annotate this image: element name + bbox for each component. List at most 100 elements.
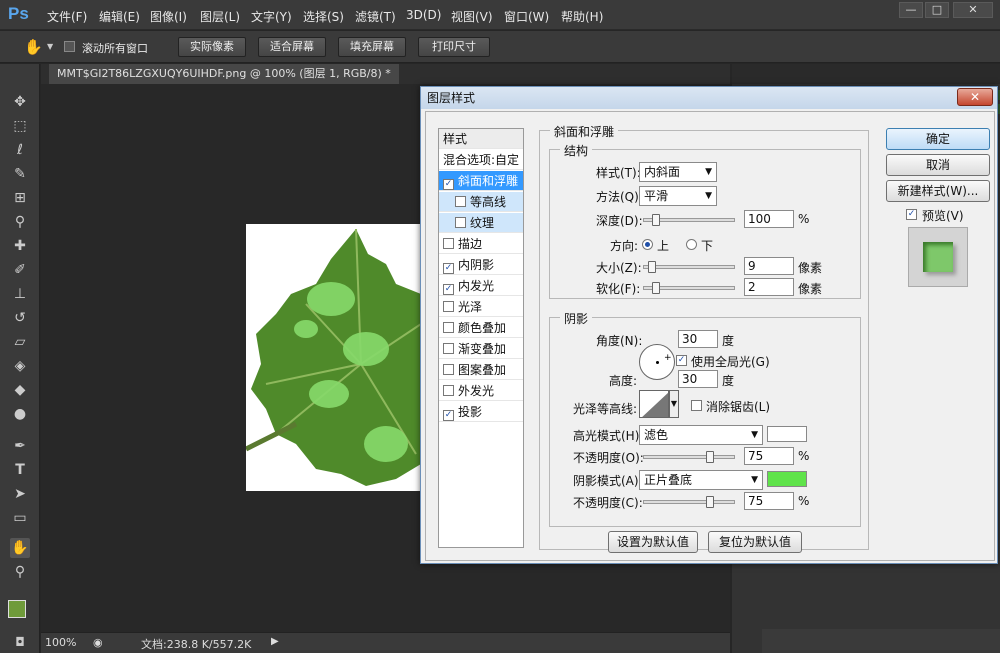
- checkbox-icon[interactable]: ✓: [443, 410, 454, 421]
- style-item-drop-shadow[interactable]: ✓ 投影: [439, 402, 523, 422]
- hand-tool-icon[interactable]: ✋: [24, 38, 43, 56]
- checkbox-icon[interactable]: [443, 385, 454, 396]
- reset-default-button[interactable]: 复位为默认值: [708, 531, 802, 553]
- checkbox-icon[interactable]: ✓: [443, 179, 454, 190]
- size-input[interactable]: 9: [744, 257, 794, 275]
- highlight-color-swatch[interactable]: [767, 426, 807, 442]
- shadow-opacity-input[interactable]: 75: [744, 492, 794, 510]
- angle-input[interactable]: 30: [678, 330, 718, 348]
- checkbox-icon[interactable]: ✓: [443, 284, 454, 295]
- gloss-contour-picker[interactable]: [639, 390, 669, 418]
- lasso-tool-icon[interactable]: ℓ: [10, 140, 30, 160]
- eyedropper-tool-icon[interactable]: ⚲: [10, 212, 30, 232]
- shadow-opacity-slider[interactable]: [643, 496, 735, 508]
- blend-options-item[interactable]: 混合选项:自定: [439, 150, 523, 170]
- global-light-checkbox[interactable]: ✓: [676, 355, 687, 366]
- rectangle-tool-icon[interactable]: ▭: [10, 508, 30, 528]
- quick-select-tool-icon[interactable]: ✎: [10, 164, 30, 184]
- bevel-style-dropdown[interactable]: 内斜面 ▼: [639, 162, 717, 182]
- style-item-pattern-overlay[interactable]: 图案叠加: [439, 360, 523, 380]
- close-window-button[interactable]: ✕: [953, 2, 993, 18]
- marquee-tool-icon[interactable]: ⬚: [10, 116, 30, 136]
- pen-tool-icon[interactable]: ✒: [10, 436, 30, 456]
- move-tool-icon[interactable]: ✥: [10, 92, 30, 112]
- checkbox-icon[interactable]: [443, 301, 454, 312]
- checkbox-icon[interactable]: [443, 238, 454, 249]
- minimize-button[interactable]: —: [899, 2, 923, 18]
- style-list-header[interactable]: 样式: [439, 129, 523, 149]
- shadow-color-swatch[interactable]: [767, 471, 807, 487]
- quick-mask-icon[interactable]: ◘: [10, 632, 30, 652]
- menu-help[interactable]: 帮助(H): [561, 8, 603, 25]
- type-tool-icon[interactable]: T: [10, 460, 30, 480]
- style-item-gradient-overlay[interactable]: 渐变叠加: [439, 339, 523, 359]
- soften-slider[interactable]: [643, 282, 735, 294]
- foreground-color-swatch[interactable]: [8, 600, 26, 618]
- technique-dropdown[interactable]: 平滑 ▼: [639, 186, 717, 206]
- dial-handle-icon[interactable]: +: [664, 353, 672, 363]
- dialog-close-button[interactable]: ✕: [957, 88, 993, 106]
- zoom-tool-icon[interactable]: ⚲: [10, 562, 30, 582]
- menu-select[interactable]: 选择(S): [303, 8, 344, 25]
- menu-window[interactable]: 窗口(W): [504, 8, 549, 25]
- slider-thumb[interactable]: [652, 214, 660, 226]
- menu-image[interactable]: 图像(I): [150, 8, 187, 25]
- style-item-color-overlay[interactable]: 颜色叠加: [439, 318, 523, 338]
- menu-edit[interactable]: 编辑(E): [99, 8, 140, 25]
- style-item-outer-glow[interactable]: 外发光: [439, 381, 523, 401]
- checkbox-icon[interactable]: [443, 364, 454, 375]
- slider-thumb[interactable]: [648, 261, 656, 273]
- size-slider[interactable]: [643, 261, 735, 273]
- style-item-bevel-emboss[interactable]: ✓ 斜面和浮雕: [439, 171, 523, 191]
- document-tab[interactable]: MMT$GI2T86LZGXUQY6UIHDF.png @ 100% (图层 1…: [49, 64, 399, 84]
- menu-filter[interactable]: 滤镜(T): [355, 8, 396, 25]
- direction-up-radio[interactable]: [642, 239, 653, 250]
- highlight-opacity-input[interactable]: 75: [744, 447, 794, 465]
- fit-screen-button[interactable]: 适合屏幕: [258, 37, 326, 57]
- menu-type[interactable]: 文字(Y): [251, 8, 292, 25]
- depth-slider[interactable]: [643, 214, 735, 226]
- style-item-inner-glow[interactable]: ✓ 内发光: [439, 276, 523, 296]
- status-arrow-icon[interactable]: ▶: [271, 636, 279, 647]
- dialog-title-bar[interactable]: 图层样式 ✕: [421, 87, 997, 109]
- style-item-texture[interactable]: 纹理: [439, 213, 523, 233]
- blur-tool-icon[interactable]: ◆: [10, 380, 30, 400]
- dodge-tool-icon[interactable]: ●: [10, 404, 30, 424]
- checkbox-icon[interactable]: ✓: [443, 263, 454, 274]
- new-style-button[interactable]: 新建样式(W)...: [886, 180, 990, 202]
- cancel-button[interactable]: 取消: [886, 154, 990, 176]
- slider-thumb[interactable]: [706, 451, 714, 463]
- style-item-stroke[interactable]: 描边: [439, 234, 523, 254]
- maximize-button[interactable]: □: [925, 2, 949, 18]
- style-item-inner-shadow[interactable]: ✓ 内阴影: [439, 255, 523, 275]
- checkbox-icon[interactable]: [443, 322, 454, 333]
- brush-tool-icon[interactable]: ✐: [10, 260, 30, 280]
- paint-bucket-tool-icon[interactable]: ◈: [10, 356, 30, 376]
- depth-input[interactable]: 100: [744, 210, 794, 228]
- clone-stamp-tool-icon[interactable]: ⊥: [10, 284, 30, 304]
- menu-layer[interactable]: 图层(L): [200, 8, 240, 25]
- hand-tool-icon-active[interactable]: ✋: [10, 538, 30, 558]
- style-item-satin[interactable]: 光泽: [439, 297, 523, 317]
- print-size-button[interactable]: 打印尺寸: [418, 37, 490, 57]
- healing-brush-tool-icon[interactable]: ✚: [10, 236, 30, 256]
- chevron-down-icon[interactable]: ▼: [669, 390, 679, 418]
- soften-input[interactable]: 2: [744, 278, 794, 296]
- anti-alias-checkbox[interactable]: [691, 400, 702, 411]
- menu-view[interactable]: 视图(V): [451, 8, 493, 25]
- make-default-button[interactable]: 设置为默认值: [608, 531, 698, 553]
- altitude-input[interactable]: 30: [678, 370, 718, 388]
- style-item-contour[interactable]: 等高线: [439, 192, 523, 212]
- highlight-mode-dropdown[interactable]: 滤色 ▼: [639, 425, 763, 445]
- path-select-tool-icon[interactable]: ➤: [10, 484, 30, 504]
- ok-button[interactable]: 确定: [886, 128, 990, 150]
- checkbox-icon[interactable]: [455, 196, 466, 207]
- slider-thumb[interactable]: [652, 282, 660, 294]
- status-menu-icon[interactable]: ◉: [93, 636, 103, 649]
- checkbox-icon[interactable]: [455, 217, 466, 228]
- tool-preset-dropdown-icon[interactable]: ▼: [47, 42, 53, 51]
- preview-checkbox[interactable]: ✓: [906, 209, 917, 220]
- shadow-mode-dropdown[interactable]: 正片叠底 ▼: [639, 470, 763, 490]
- angle-dial[interactable]: +: [639, 344, 675, 380]
- zoom-level[interactable]: 100%: [45, 636, 76, 649]
